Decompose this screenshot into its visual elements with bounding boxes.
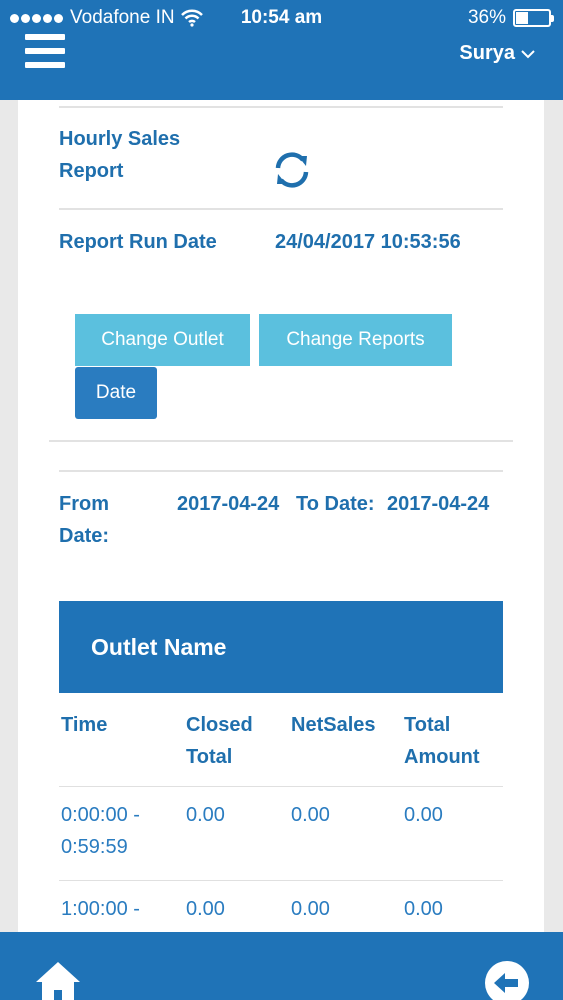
cell-total-amount: 0.00 — [404, 898, 443, 920]
report-title: Hourly Sales Report — [59, 128, 181, 182]
to-date-label: To Date: — [296, 493, 375, 515]
outlet-name-label: Outlet Name — [91, 633, 227, 660]
column-header-netsales: NetSales — [291, 714, 376, 736]
cell-time: 1:00:00 - — [61, 898, 140, 920]
to-date-value: 2017-04-24 — [387, 493, 490, 515]
outlet-name-header: Outlet Name — [59, 601, 503, 693]
bottom-navigation-bar — [0, 932, 563, 1000]
back-arrow-icon[interactable] — [484, 960, 530, 1000]
date-range-divider — [59, 470, 503, 472]
date-button[interactable]: Date — [75, 367, 157, 419]
battery-icon — [513, 9, 554, 27]
user-menu-button[interactable]: Surya — [459, 42, 535, 65]
battery-fill — [516, 12, 529, 24]
cell-netsales: 0.00 — [291, 804, 330, 826]
table-header-row: Time Closed Total NetSales Total Amount — [59, 693, 503, 787]
table-row: 0:00:00 - 0:59:59 0.00 0.00 0.00 — [59, 787, 503, 881]
title-divider — [59, 208, 503, 210]
column-header-time: Time — [61, 714, 108, 736]
user-name: Surya — [459, 42, 515, 64]
home-icon[interactable] — [34, 960, 82, 1000]
cell-time: 0:00:00 - 0:59:59 — [61, 804, 140, 858]
column-header-closed-total: Closed Total — [186, 714, 253, 768]
cell-closed-total: 0.00 — [186, 804, 225, 826]
top-divider — [59, 106, 503, 108]
status-bar: Vodafone IN 10:54 am 36% — [0, 0, 563, 36]
from-date-label: From Date: — [59, 493, 110, 547]
change-outlet-button[interactable]: Change Outlet — [75, 314, 250, 366]
chevron-down-icon — [521, 49, 535, 58]
change-reports-button[interactable]: Change Reports — [259, 314, 452, 366]
status-right: 36% — [467, 7, 554, 29]
run-date-value: 24/04/2017 10:53:56 — [275, 231, 461, 253]
report-card: Hourly Sales Report Report Run Date 24/0… — [18, 100, 544, 932]
table-row: 1:00:00 - 0.00 0.00 0.00 — [59, 881, 503, 932]
battery-percent: 36% — [467, 7, 506, 28]
buttons-divider — [49, 440, 513, 442]
cell-closed-total: 0.00 — [186, 898, 225, 920]
column-header-total-amount: Total Amount — [404, 714, 480, 768]
run-date-label: Report Run Date — [59, 231, 217, 253]
from-date-value: 2017-04-24 — [177, 493, 280, 515]
cell-netsales: 0.00 — [291, 898, 330, 920]
hourly-sales-table: Time Closed Total NetSales Total Amount … — [59, 693, 503, 932]
hamburger-menu-icon[interactable] — [25, 34, 65, 68]
cell-total-amount: 0.00 — [404, 804, 443, 826]
refresh-icon[interactable] — [272, 150, 312, 190]
top-navigation-bar: Vodafone IN 10:54 am 36% Surya — [0, 0, 563, 100]
